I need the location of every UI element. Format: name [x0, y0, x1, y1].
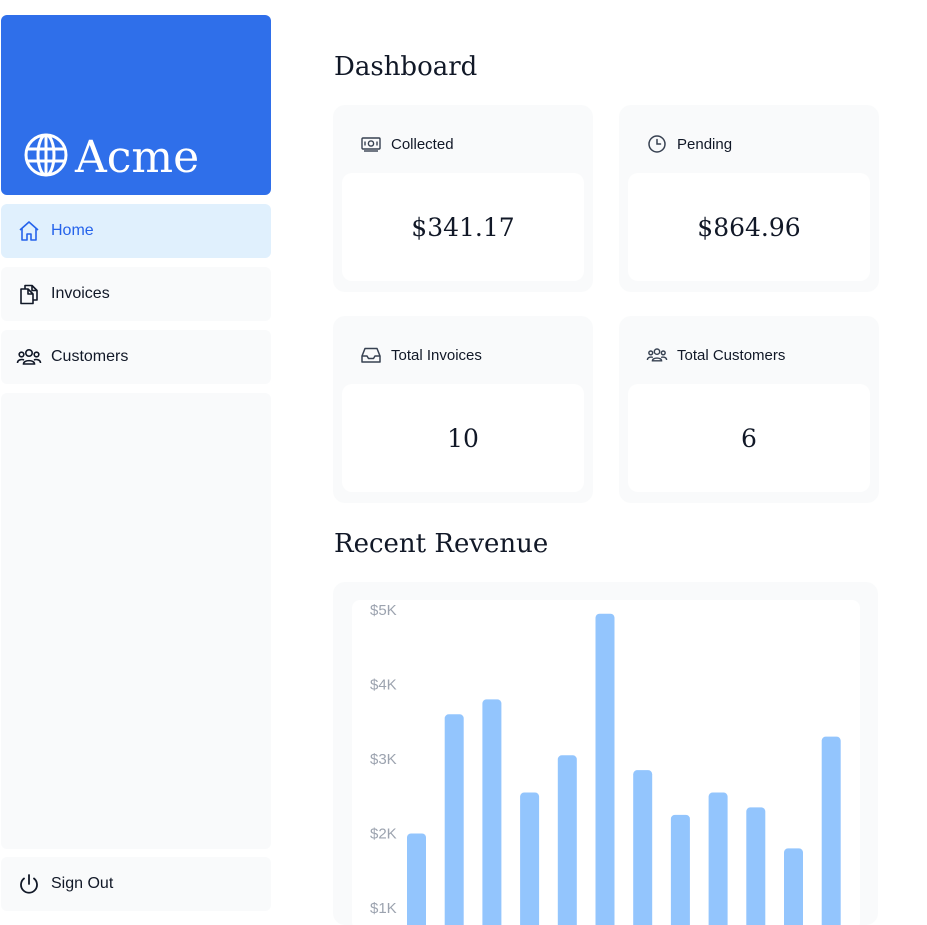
card-label: Total Customers: [677, 346, 786, 364]
inbox-icon: [360, 344, 382, 366]
revenue-bar: [407, 833, 426, 925]
revenue-chart: $5K $4K $3K $2K $1K: [352, 600, 860, 925]
page-title: Dashboard: [334, 52, 478, 82]
y-tick-label: $1K: [370, 900, 397, 917]
revenue-bar: [595, 613, 615, 925]
clock-icon: [646, 133, 668, 155]
sidebar-item-label: Home: [51, 222, 94, 239]
logo-banner[interactable]: Acme: [1, 15, 271, 195]
documents-icon: [16, 281, 42, 307]
revenue-bar: [708, 792, 728, 925]
users-icon: [646, 344, 668, 366]
revenue-bar: [633, 770, 653, 925]
brand-name: Acme: [75, 132, 200, 183]
revenue-bar: [482, 699, 502, 925]
card-pending: Pending $864.96: [619, 105, 879, 292]
card-total-customers: Total Customers 6: [619, 316, 879, 503]
home-icon: [16, 218, 42, 244]
revenue-bar: [520, 792, 540, 925]
card-label: Pending: [677, 135, 733, 153]
power-icon: [16, 871, 42, 897]
globe-icon: [23, 132, 69, 183]
logo: Acme: [23, 132, 199, 183]
revenue-chart-card: $5K $4K $3K $2K $1K: [333, 582, 878, 925]
card-value: $864.96: [628, 173, 870, 281]
y-tick-label: $3K: [370, 751, 397, 768]
sidebar-item-invoices[interactable]: Invoices: [1, 267, 271, 321]
sidebar-spacer: [1, 393, 271, 849]
sidebar-item-customers[interactable]: Customers: [1, 330, 271, 384]
revenue-bar: [557, 755, 577, 925]
sidebar-item-label: Customers: [51, 348, 129, 365]
card-value: $341.17: [342, 173, 584, 281]
sign-out-label: Sign Out: [51, 875, 114, 892]
sidebar-item-label: Invoices: [51, 285, 110, 302]
card-label: Total Invoices: [391, 346, 482, 364]
card-value: 10: [342, 384, 584, 492]
card-value: 6: [628, 384, 870, 492]
banknote-icon: [360, 133, 382, 155]
revenue-bar: [821, 736, 841, 925]
sidebar-item-home[interactable]: Home: [1, 204, 271, 258]
card-total-invoices: Total Invoices 10: [333, 316, 593, 503]
revenue-bar: [670, 814, 690, 925]
revenue-heading: Recent Revenue: [334, 529, 549, 559]
card-collected: Collected $341.17: [333, 105, 593, 292]
y-tick-label: $5K: [370, 602, 397, 619]
card-label: Collected: [391, 135, 454, 153]
revenue-chart-svg: $5K $4K $3K $2K $1K: [370, 602, 841, 925]
revenue-bar: [746, 807, 766, 925]
sign-out-button[interactable]: Sign Out: [1, 857, 271, 911]
revenue-bar: [784, 848, 803, 925]
y-tick-label: $2K: [370, 826, 397, 843]
revenue-bar: [444, 714, 464, 925]
y-tick-label: $4K: [370, 677, 397, 694]
users-icon: [16, 344, 42, 370]
